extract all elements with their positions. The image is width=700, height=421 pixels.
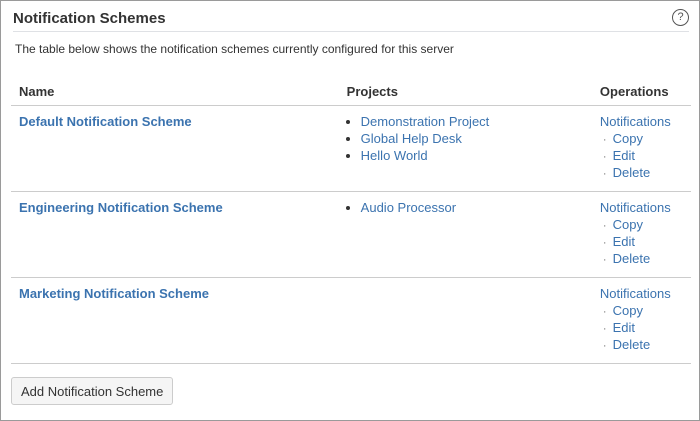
project-link[interactable]: Hello World xyxy=(361,148,428,163)
project-link[interactable]: Demonstration Project xyxy=(361,114,490,129)
bullet-separator: · xyxy=(602,220,607,232)
panel-header: Notification Schemes ? xyxy=(13,9,689,32)
delete-link[interactable]: Delete xyxy=(613,337,651,352)
table-row: Default Notification Scheme Demonstratio… xyxy=(11,105,691,192)
bullet-separator: · xyxy=(602,254,607,266)
projects-cell: Audio Processor xyxy=(338,191,592,278)
operations-cell: Notifications · Copy · Edit · Delete xyxy=(591,191,691,278)
projects-cell: Demonstration Project Global Help Desk H… xyxy=(338,105,592,192)
notifications-link[interactable]: Notifications xyxy=(600,286,671,301)
delete-link[interactable]: Delete xyxy=(613,251,651,266)
operations-cell: Notifications · Copy · Edit · Delete xyxy=(591,105,691,192)
delete-link[interactable]: Delete xyxy=(613,165,651,180)
projects-cell xyxy=(338,277,592,364)
list-item: Audio Processor xyxy=(361,199,584,217)
operations-cell: Notifications · Copy · Edit · Delete xyxy=(591,277,691,364)
notification-schemes-table: Name Projects Operations Default Notific… xyxy=(11,77,691,364)
column-header-operations: Operations xyxy=(591,77,691,106)
scheme-name-link[interactable]: Engineering Notification Scheme xyxy=(19,200,223,215)
bullet-separator: · xyxy=(602,168,607,180)
notifications-link[interactable]: Notifications xyxy=(600,200,671,215)
list-item: Demonstration Project xyxy=(361,113,584,131)
list-item: Hello World xyxy=(361,147,584,165)
scheme-name-link[interactable]: Marketing Notification Scheme xyxy=(19,286,209,301)
scheme-name-cell: Engineering Notification Scheme xyxy=(11,191,339,278)
column-header-projects: Projects xyxy=(338,77,592,106)
edit-link[interactable]: Edit xyxy=(613,234,635,249)
scheme-name-cell: Marketing Notification Scheme xyxy=(11,277,339,364)
bullet-separator: · xyxy=(602,151,607,163)
column-header-name: Name xyxy=(11,77,339,106)
project-list: Audio Processor xyxy=(347,199,584,217)
project-link[interactable]: Global Help Desk xyxy=(361,131,462,146)
list-item: Global Help Desk xyxy=(361,130,584,148)
project-list: Demonstration Project Global Help Desk H… xyxy=(347,113,584,165)
bullet-separator: · xyxy=(602,340,607,352)
add-notification-scheme-button[interactable]: Add Notification Scheme xyxy=(11,377,174,405)
copy-link[interactable]: Copy xyxy=(613,217,643,232)
edit-link[interactable]: Edit xyxy=(613,320,635,335)
table-header-row: Name Projects Operations xyxy=(11,77,691,106)
edit-link[interactable]: Edit xyxy=(613,148,635,163)
table-row: Engineering Notification Scheme Audio Pr… xyxy=(11,191,691,278)
bullet-separator: · xyxy=(602,134,607,146)
bullet-separator: · xyxy=(602,323,607,335)
table-row: Marketing Notification Scheme Notificati… xyxy=(11,277,691,364)
notification-schemes-panel: Notification Schemes ? The table below s… xyxy=(0,0,700,421)
scheme-name-link[interactable]: Default Notification Scheme xyxy=(19,114,192,129)
copy-link[interactable]: Copy xyxy=(613,303,643,318)
bullet-separator: · xyxy=(602,306,607,318)
project-link[interactable]: Audio Processor xyxy=(361,200,456,215)
notifications-link[interactable]: Notifications xyxy=(600,114,671,129)
page-title: Notification Schemes xyxy=(13,10,166,27)
scheme-name-cell: Default Notification Scheme xyxy=(11,105,339,192)
help-icon[interactable]: ? xyxy=(672,9,689,26)
copy-link[interactable]: Copy xyxy=(613,131,643,146)
page-description: The table below shows the notification s… xyxy=(15,42,454,56)
bullet-separator: · xyxy=(602,237,607,249)
